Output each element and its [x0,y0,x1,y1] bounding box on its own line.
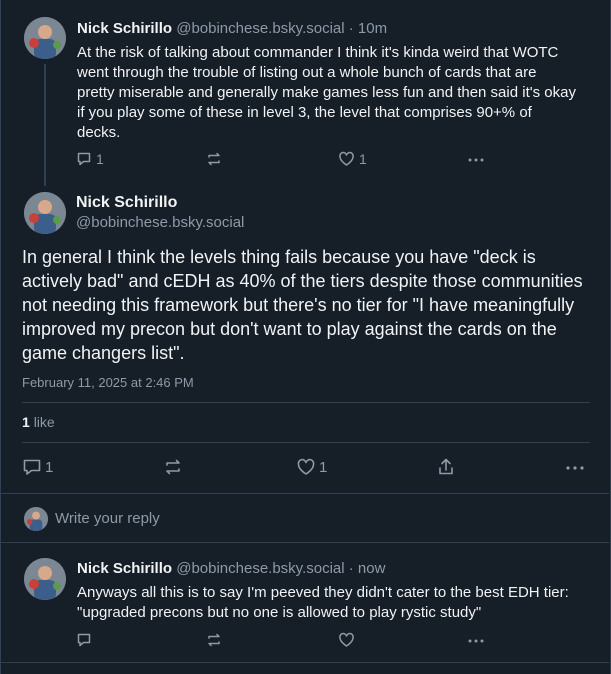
reply-icon [76,151,92,167]
reply-button[interactable] [76,632,92,648]
repost-button[interactable] [205,632,223,648]
likes-label: like [33,414,55,430]
more-icon [564,458,586,476]
repost-icon [163,458,183,476]
post-header: Nick Schirillo @bobinchese.bsky.social ·… [77,560,385,577]
like-icon [338,151,355,167]
more-button[interactable] [466,151,486,167]
reply-button[interactable]: 1 [22,458,53,476]
author-name[interactable]: Nick Schirillo [77,20,172,37]
reply-count: 1 [45,458,54,476]
repost-icon [205,151,223,167]
reply-icon [76,632,92,648]
divider [0,542,609,543]
repost-button[interactable] [205,151,223,167]
likes-count: 1 [22,414,30,430]
like-icon [338,632,355,648]
reply-count: 1 [96,151,104,167]
more-button[interactable] [466,632,486,648]
author-name[interactable]: Nick Schirillo [76,194,177,212]
like-count: 1 [319,458,328,476]
avatar [24,507,48,531]
avatar[interactable] [24,17,66,59]
like-icon [296,458,316,476]
thread-connector [44,64,46,186]
reply-icon [22,458,42,476]
repost-icon [205,632,223,648]
divider [22,402,590,403]
like-button[interactable] [338,632,355,648]
more-icon [466,632,486,648]
avatar[interactable] [24,192,66,234]
divider [22,442,590,443]
repost-button[interactable] [163,458,183,476]
likes-summary[interactable]: 1 like [22,414,55,430]
share-button[interactable] [436,457,456,477]
post-time[interactable]: · now [349,560,386,577]
avatar[interactable] [24,558,66,600]
post-text: At the risk of talking about commander I… [77,44,576,141]
author-handle[interactable]: @bobinchese.bsky.social [76,214,244,231]
more-button[interactable] [564,458,586,476]
author-handle[interactable]: @bobinchese.bsky.social [176,20,344,37]
author-name[interactable]: Nick Schirillo [77,560,172,577]
like-button[interactable]: 1 [338,151,367,167]
divider [0,662,609,663]
post-text: Anyways all this is to say I'm peeved th… [77,584,569,621]
post-timestamp[interactable]: February 11, 2025 at 2:46 PM [22,375,194,390]
author-handle[interactable]: @bobinchese.bsky.social [176,560,344,577]
post-time[interactable]: · 10m [349,20,387,37]
main-post-text: In general I think the levels thing fail… [22,247,583,363]
share-icon [436,457,456,477]
reply-button[interactable]: 1 [76,151,104,167]
reply-placeholder[interactable]: Write your reply [55,510,160,527]
more-icon [466,151,486,167]
post-header: Nick Schirillo @bobinchese.bsky.social ·… [77,20,387,37]
reply-composer[interactable]: Write your reply [0,494,609,542]
like-button[interactable]: 1 [296,458,327,476]
like-count: 1 [359,151,367,167]
